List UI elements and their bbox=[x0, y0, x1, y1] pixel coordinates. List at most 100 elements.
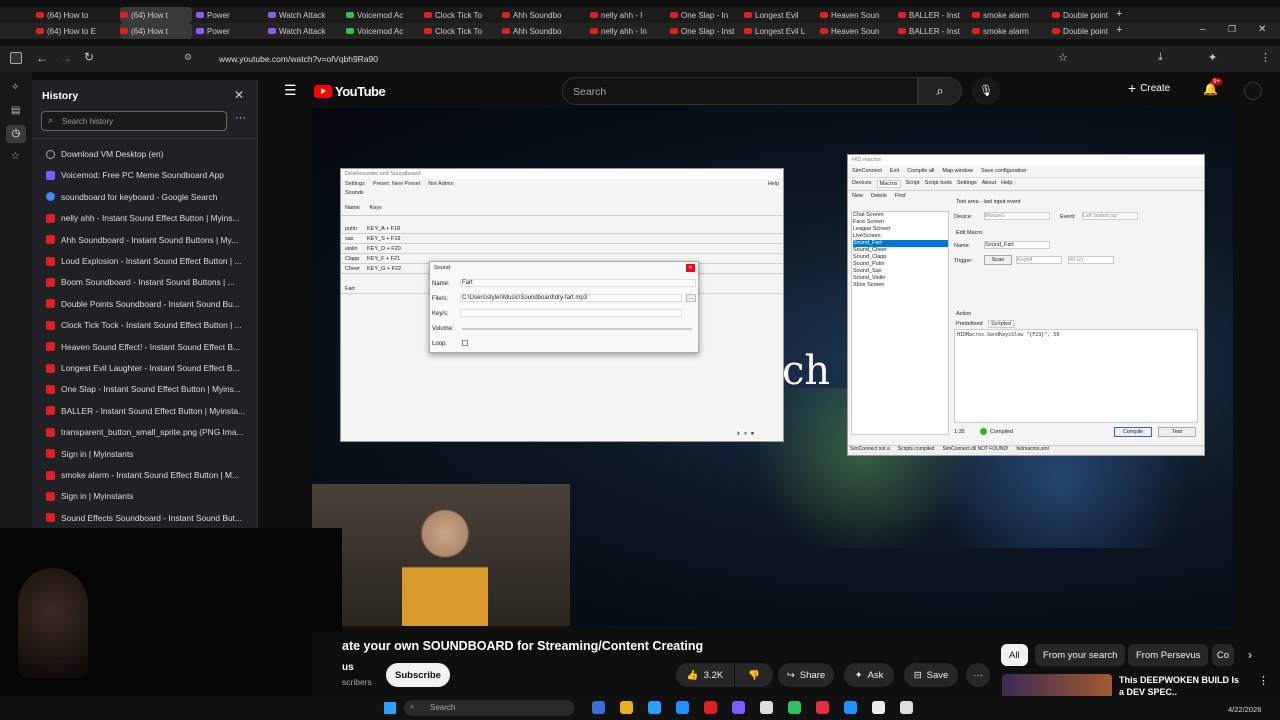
like-button[interactable]: 👍 3.2K bbox=[676, 663, 734, 687]
taskbar-app-icon[interactable] bbox=[760, 701, 773, 714]
hid-tab[interactable]: Script tools bbox=[925, 180, 952, 188]
macro-list-item[interactable]: Sound_Cheer bbox=[853, 247, 948, 254]
hid-sub-item[interactable]: Delete bbox=[871, 193, 887, 199]
dialog-close-icon[interactable]: ✕ bbox=[686, 264, 695, 272]
taskbar-app-icon[interactable] bbox=[788, 701, 801, 714]
hamburger-menu-icon[interactable]: ☰ bbox=[284, 82, 297, 99]
taskbar-app-icon[interactable] bbox=[844, 701, 857, 714]
browser-tab[interactable]: Clock Tick To bbox=[424, 7, 496, 23]
bookmark-star-icon[interactable]: ☆ bbox=[1058, 51, 1068, 64]
compile-button[interactable]: Compile bbox=[1114, 427, 1152, 437]
voice-search-button[interactable]: 🎙 bbox=[972, 77, 1000, 105]
history-item[interactable]: BALLER - Instant Sound Effect Button | M… bbox=[46, 401, 246, 421]
hid-tab[interactable]: Macros bbox=[876, 180, 901, 188]
browser-tab[interactable]: BALLER - Inst bbox=[898, 23, 970, 39]
history-search-box[interactable]: ⌕ Search history bbox=[41, 111, 227, 131]
minimize-icon[interactable]: – bbox=[1200, 24, 1210, 36]
history-item[interactable]: Clock Tick Tock - Instant Sound Effect B… bbox=[46, 315, 246, 335]
extensions-icon[interactable]: ✦ bbox=[1208, 51, 1217, 64]
browser-tab[interactable]: Heaven Soun bbox=[820, 23, 892, 39]
browser-tab[interactable]: nelly ahh - I bbox=[590, 7, 662, 23]
taskbar-app-icon[interactable] bbox=[872, 701, 885, 714]
taskbar-app-icon[interactable] bbox=[648, 701, 661, 714]
more-options-icon[interactable]: ··· bbox=[235, 112, 246, 124]
history-item[interactable]: Double Points Soundboard - Instant Sound… bbox=[46, 294, 246, 314]
dialog-name-input[interactable]: Fart bbox=[460, 279, 696, 287]
ask-button[interactable]: ✦ Ask bbox=[844, 663, 894, 687]
hid-tab[interactable]: About bbox=[982, 180, 996, 188]
browse-file-button[interactable]: ... bbox=[686, 294, 696, 302]
scan-button[interactable]: Scan bbox=[984, 255, 1012, 265]
macro-list-item[interactable]: LiveScreen bbox=[853, 233, 948, 240]
new-tab-icon[interactable]: + bbox=[1116, 8, 1122, 20]
sidebar-toggle-icon[interactable] bbox=[10, 52, 22, 64]
taskbar-app-icon[interactable] bbox=[592, 701, 605, 714]
volume-slider[interactable] bbox=[462, 328, 692, 330]
share-button[interactable]: ↪ Share bbox=[778, 663, 834, 687]
history-item[interactable]: One Slap - Instant Sound Effect Button |… bbox=[46, 379, 246, 399]
test-button[interactable]: Test bbox=[1158, 427, 1196, 437]
macro-list-item[interactable]: Sound_Sax bbox=[853, 268, 948, 275]
script-editor[interactable]: HIDMacros.SendKeysSlow "{F23}", 50 bbox=[954, 329, 1198, 423]
notifications-button[interactable]: 🔔 9+ bbox=[1203, 78, 1223, 96]
stop-icon[interactable]: ⏹ bbox=[751, 431, 754, 438]
history-item[interactable]: Ahh Soundboard - Instant Sound Buttons |… bbox=[46, 230, 246, 250]
browser-tab[interactable]: Voicemod Ac bbox=[346, 23, 418, 39]
forward-icon[interactable]: → bbox=[60, 51, 72, 65]
history-item[interactable]: Sign in | Myinstants bbox=[46, 486, 246, 506]
ai-icon[interactable]: ✧ bbox=[11, 82, 19, 93]
close-icon[interactable]: ✕ bbox=[234, 88, 244, 102]
dislike-button[interactable]: 👎 bbox=[735, 663, 773, 687]
menu-preset[interactable]: Preset: New Preset bbox=[373, 181, 420, 187]
maximize-icon[interactable]: ❐ bbox=[1228, 24, 1238, 36]
video-player[interactable]: ch Deathcounter and Soundboard Settings … bbox=[312, 108, 1233, 626]
windows-start-icon[interactable] bbox=[384, 702, 396, 714]
chip-from-channel[interactable]: From Persevus bbox=[1128, 644, 1209, 666]
browser-tab[interactable]: Double point bbox=[1052, 7, 1124, 23]
menu-help[interactable]: Help bbox=[768, 181, 779, 187]
subscribe-button[interactable]: Subscribe bbox=[386, 663, 450, 687]
history-item[interactable]: Longest Evil Laughter - Instant Sound Ef… bbox=[46, 358, 246, 378]
dialog-keys-input[interactable] bbox=[460, 309, 682, 317]
hid-toolbar-item[interactable]: Map window bbox=[942, 168, 973, 174]
url-text[interactable]: www.youtube.com/watch?v=olVqbh9Ra90 bbox=[219, 54, 378, 64]
browser-tab[interactable]: smoke alarm bbox=[972, 7, 1044, 23]
history-item[interactable]: smoke alarm - Instant Sound Effect Butto… bbox=[46, 465, 246, 485]
history-item[interactable]: Sound Effects Soundboard - Instant Sound… bbox=[46, 508, 246, 528]
tab-scripted[interactable]: Scripted bbox=[988, 320, 1015, 328]
taskbar-search[interactable]: ⌕ Search bbox=[404, 700, 574, 716]
browser-tab[interactable]: Ahh Soundbo bbox=[502, 7, 574, 23]
history-item[interactable]: Loud Explosion - Instant Sound Effect Bu… bbox=[46, 251, 246, 271]
history-item[interactable]: nelly ahh - Instant Sound Effect Button … bbox=[46, 208, 246, 228]
hid-sub-item[interactable]: Find bbox=[895, 193, 906, 199]
pause-icon[interactable]: ⏸ bbox=[744, 431, 747, 438]
browser-tab[interactable]: smoke alarm bbox=[972, 23, 1044, 39]
hid-tab[interactable]: Devices bbox=[852, 180, 872, 188]
macro-list-item[interactable]: Sound_Fart bbox=[853, 240, 948, 247]
download-icon[interactable]: ⤓ bbox=[1158, 51, 1163, 64]
browser-tab[interactable]: Voicemod Ac bbox=[346, 7, 418, 23]
hid-toolbar-item[interactable]: Compile all bbox=[907, 168, 934, 174]
browser-tab[interactable]: One Slap - In bbox=[670, 7, 742, 23]
history-item[interactable]: Download VM Desktop (en) bbox=[46, 144, 246, 164]
macro-list-item[interactable]: League Screen bbox=[853, 226, 948, 233]
menu-dots-icon[interactable]: ⋮ bbox=[1260, 51, 1271, 64]
macro-list-item[interactable]: Xbox Screen bbox=[853, 282, 948, 289]
hid-tab[interactable]: Settings bbox=[957, 180, 977, 188]
history-item[interactable]: transparent_button_small_sprite.png (PNG… bbox=[46, 422, 246, 442]
macro-list-item[interactable]: Sound_Violin bbox=[853, 275, 948, 282]
table-row[interactable]: sax KEY_S + F19 bbox=[341, 234, 783, 244]
avatar[interactable] bbox=[1244, 82, 1262, 100]
history-item[interactable]: Heaven Sound Effect! - Instant Sound Eff… bbox=[46, 337, 246, 357]
menu-settings[interactable]: Settings bbox=[345, 181, 365, 187]
browser-tab[interactable]: Power bbox=[196, 23, 268, 39]
channel-name[interactable]: us bbox=[342, 662, 354, 673]
macro-list-item[interactable]: Face Screen bbox=[853, 219, 948, 226]
new-tab-icon[interactable]: + bbox=[1116, 24, 1122, 36]
history-item[interactable]: Sign in | Myinstants bbox=[46, 444, 246, 464]
favorites-icon[interactable]: ☆ bbox=[11, 151, 20, 162]
history-item[interactable]: Voicemod: Free PC Meme Soundboard App bbox=[46, 165, 246, 185]
hid-tab[interactable]: Script bbox=[906, 180, 920, 188]
browser-tab[interactable]: (64) How to E bbox=[36, 23, 108, 39]
hid-tab[interactable]: Help bbox=[1001, 180, 1012, 188]
